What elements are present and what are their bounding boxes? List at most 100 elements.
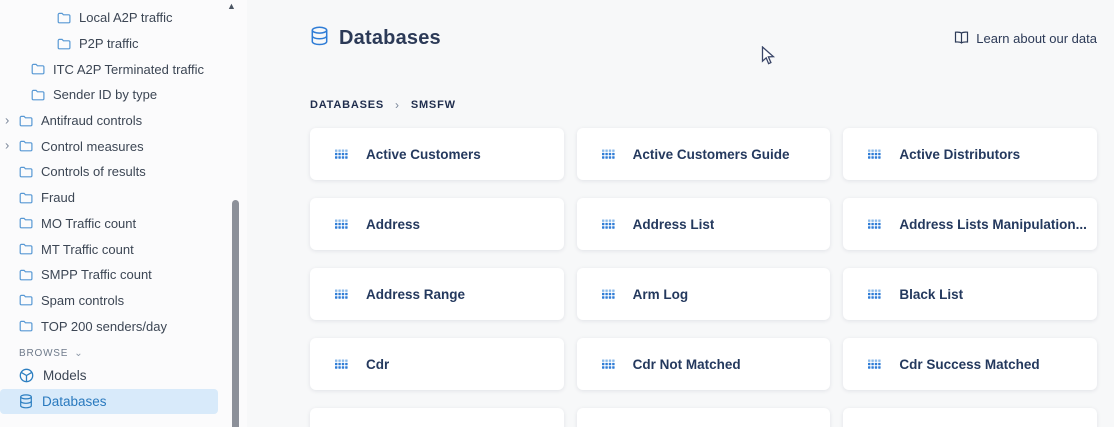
chevron-down-icon: ⌄ <box>74 348 83 359</box>
databases-title-icon <box>310 26 329 51</box>
breadcrumb-separator-icon: › <box>395 98 400 112</box>
chevron-right-icon[interactable]: › <box>5 139 9 152</box>
card-label: Address Lists Manipulation... <box>899 217 1087 232</box>
tree-item-label: Sender ID by type <box>53 87 157 102</box>
table-grid-icon <box>602 149 615 160</box>
folder-icon <box>19 166 33 178</box>
database-card-address-range[interactable]: Address Range <box>310 268 564 320</box>
database-card-cdr[interactable]: Cdr <box>310 338 564 390</box>
tree-item-label: Antifraud controls <box>41 113 142 128</box>
folder-icon <box>57 12 71 24</box>
folder-icon <box>19 320 33 332</box>
card-label: Address Range <box>366 287 465 302</box>
card-label: Active Customers <box>366 147 481 162</box>
folder-icon <box>19 140 33 152</box>
tree-item-label: TOP 200 senders/day <box>41 319 167 334</box>
tree-item-top-200-senders-day[interactable]: TOP 200 senders/day <box>0 313 247 339</box>
tree-item-label: ITC A2P Terminated traffic <box>53 62 204 77</box>
tree-item-spam-controls[interactable]: Spam controls <box>0 288 247 314</box>
database-card-cdr-success-matched[interactable]: Cdr Success Matched <box>843 338 1097 390</box>
card-label: Arm Log <box>633 287 689 302</box>
database-icon <box>19 394 33 409</box>
tree-item-label: MO Traffic count <box>41 216 136 231</box>
card-label: Cdr Success Matched <box>899 357 1039 372</box>
tree-item-label: Control measures <box>41 139 144 154</box>
tree-item-label: MT Traffic count <box>41 242 134 257</box>
tree-item-label: P2P traffic <box>79 36 139 51</box>
browse-label: BROWSE <box>19 348 68 359</box>
tree-item-smpp-traffic-count[interactable]: SMPP Traffic count <box>0 262 247 288</box>
tree-item-label: Local A2P traffic <box>79 10 172 25</box>
tree-item-p2p-traffic[interactable]: P2P traffic <box>0 31 247 57</box>
database-card-address-list[interactable]: Address List <box>577 198 831 250</box>
table-grid-icon <box>602 359 615 370</box>
tree-item-mt-traffic-count[interactable]: MT Traffic count <box>0 236 247 262</box>
sidebar-item-label: Databases <box>42 394 107 409</box>
database-card-active-customers[interactable]: Active Customers <box>310 128 564 180</box>
tree-item-mo-traffic-count[interactable]: MO Traffic count <box>0 211 247 237</box>
card-label: Cdr Not Matched <box>633 357 741 372</box>
model-sphere-icon <box>19 368 34 383</box>
database-card-address[interactable]: Address <box>310 198 564 250</box>
folder-icon <box>57 38 71 50</box>
breadcrumb-smsfw[interactable]: SMSFW <box>411 99 456 111</box>
card-label: Black List <box>899 287 963 302</box>
learn-link-label: Learn about our data <box>976 31 1097 46</box>
table-grid-icon <box>868 289 881 300</box>
folder-icon <box>19 217 33 229</box>
main-content: Databases Learn about our data DATABASES… <box>247 0 1114 427</box>
database-card-active-distributors[interactable]: Active Distributors <box>843 128 1097 180</box>
tree-item-label: Fraud <box>41 190 75 205</box>
breadcrumb-databases[interactable]: DATABASES <box>310 99 384 111</box>
folder-icon <box>19 115 33 127</box>
card-label: Address List <box>633 217 715 232</box>
tree-item-antifraud-controls[interactable]: › Antifraud controls <box>0 108 247 134</box>
sidebar-item-models[interactable]: Models <box>0 363 218 389</box>
folder-icon <box>31 89 45 101</box>
tree-item-sender-id-by-type[interactable]: Sender ID by type <box>0 82 247 108</box>
tree-item-local-a2p-traffic[interactable]: Local A2P traffic <box>0 5 247 31</box>
tree-item-controls-of-results[interactable]: Controls of results <box>0 159 247 185</box>
folder-icon <box>19 243 33 255</box>
tree-item-itc-a2p-terminated-traffic[interactable]: ITC A2P Terminated traffic <box>0 56 247 82</box>
table-grid-icon <box>868 149 881 160</box>
sidebar-scrollbar[interactable] <box>232 200 239 427</box>
table-grid-icon <box>868 359 881 370</box>
main-header: Databases Learn about our data <box>310 26 1097 51</box>
sidebar: ▲ Local A2P traffic P2P traffic ITC A2P … <box>0 0 247 427</box>
folder-icon <box>19 269 33 281</box>
tree-item-control-measures[interactable]: › Control measures <box>0 133 247 159</box>
database-card-partial[interactable] <box>577 408 831 427</box>
card-label: Address <box>366 217 420 232</box>
open-book-icon <box>954 31 969 47</box>
table-grid-icon <box>868 219 881 230</box>
sidebar-item-label: Models <box>43 368 87 383</box>
table-grid-icon <box>602 289 615 300</box>
chevron-right-icon[interactable]: › <box>5 113 9 126</box>
browse-section-header[interactable]: BROWSE ⌄ <box>19 348 247 359</box>
title-wrap: Databases <box>310 26 441 51</box>
table-grid-icon <box>602 219 615 230</box>
learn-about-data-link[interactable]: Learn about our data <box>954 31 1097 47</box>
database-card-partial[interactable] <box>310 408 564 427</box>
folder-icon <box>19 294 33 306</box>
sidebar-item-databases[interactable]: Databases <box>0 389 218 415</box>
database-card-arm-log[interactable]: Arm Log <box>577 268 831 320</box>
database-card-partial[interactable] <box>843 408 1097 427</box>
table-grid-icon <box>335 149 348 160</box>
tree-item-label: Controls of results <box>41 164 146 179</box>
table-grid-icon <box>335 359 348 370</box>
card-label: Active Customers Guide <box>633 147 790 162</box>
table-grid-icon <box>335 219 348 230</box>
folder-icon <box>31 63 45 75</box>
database-card-address-lists-manipulation[interactable]: Address Lists Manipulation... <box>843 198 1097 250</box>
tree-item-label: Spam controls <box>41 293 124 308</box>
breadcrumb: DATABASES › SMSFW <box>310 98 1097 112</box>
database-tree: Local A2P traffic P2P traffic ITC A2P Te… <box>0 5 247 339</box>
tree-item-fraud[interactable]: Fraud <box>0 185 247 211</box>
database-card-black-list[interactable]: Black List <box>843 268 1097 320</box>
database-card-cdr-not-matched[interactable]: Cdr Not Matched <box>577 338 831 390</box>
tree-item-label: SMPP Traffic count <box>41 267 152 282</box>
database-card-active-customers-guide[interactable]: Active Customers Guide <box>577 128 831 180</box>
database-card-grid: Active Customers Active Customers Guide Ac… <box>310 128 1097 427</box>
